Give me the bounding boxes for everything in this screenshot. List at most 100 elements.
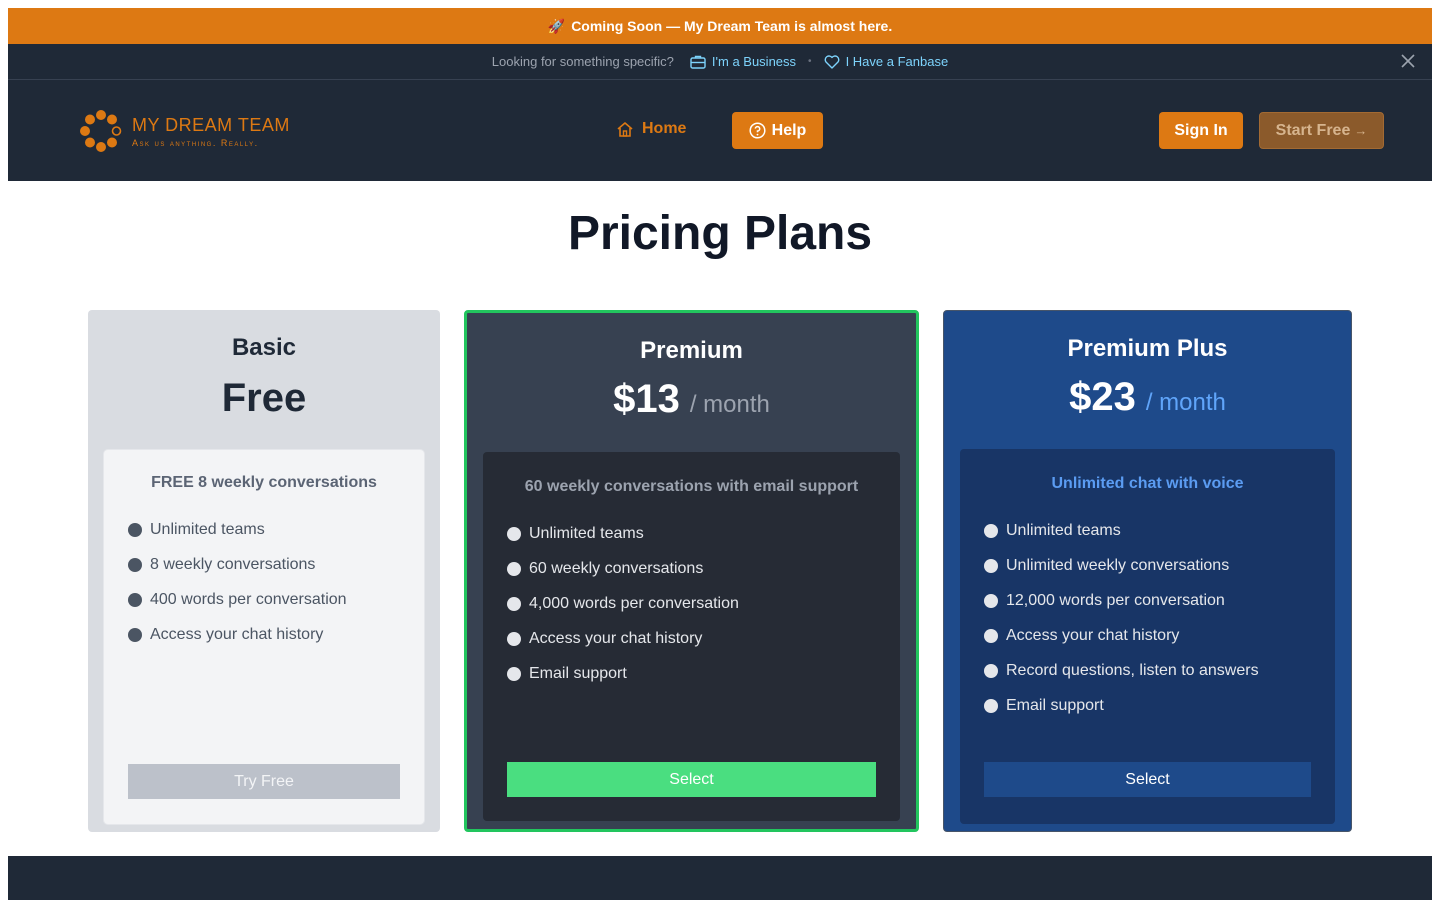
feature-text: 4,000 words per conversation bbox=[529, 594, 739, 612]
main-header: MY DREAM TEAM Ask us anything. Really. H… bbox=[8, 80, 1432, 181]
help-button-label: Help bbox=[771, 121, 807, 139]
briefcase-icon bbox=[690, 55, 706, 69]
feature-item: Access your chat history bbox=[984, 618, 1335, 653]
logo-circle-dots-icon bbox=[80, 110, 122, 152]
bullet-icon bbox=[507, 526, 521, 541]
plan-features-panel: FREE 8 weekly conversations Unlimited te… bbox=[104, 450, 424, 824]
feature-item: 400 words per conversation bbox=[128, 582, 424, 617]
close-icon[interactable] bbox=[1400, 53, 1416, 69]
feature-text: Unlimited teams bbox=[529, 524, 644, 542]
bullet-icon bbox=[984, 558, 998, 573]
bullet-icon bbox=[128, 522, 142, 537]
home-link[interactable]: Home bbox=[616, 120, 686, 138]
plan-features-panel: 60 weekly conversations with email suppo… bbox=[483, 452, 900, 821]
plan-price: $13 / month bbox=[467, 377, 916, 422]
feature-item: Access your chat history bbox=[507, 621, 900, 656]
rocket-icon: 🚀 bbox=[547, 17, 566, 34]
page-title: Pricing Plans bbox=[567, 207, 873, 260]
fanbase-link[interactable]: I Have a Fanbase bbox=[824, 54, 949, 69]
plan-name: Premium Plus bbox=[1067, 335, 1228, 362]
plan-price-period: / month bbox=[689, 391, 770, 418]
plan-card-premium: Premium $13 / month 60 weekly conversati… bbox=[464, 310, 919, 832]
feature-item: 12,000 words per conversation bbox=[984, 583, 1335, 618]
feature-item: Access your chat history bbox=[128, 617, 424, 652]
plan-headline: Unlimited chat with voice bbox=[1051, 475, 1244, 492]
audience-bar: Looking for something specific? I'm a Bu… bbox=[8, 44, 1432, 80]
plan-features-panel: Unlimited chat with voice Unlimited team… bbox=[960, 449, 1335, 824]
bullet-icon bbox=[984, 663, 998, 678]
try-free-button[interactable]: Try Free bbox=[128, 764, 400, 799]
feature-text: 12,000 words per conversation bbox=[1006, 591, 1225, 609]
feature-text: 60 weekly conversations bbox=[529, 559, 704, 577]
feature-item: Unlimited teams bbox=[984, 513, 1335, 548]
plan-price-amount: Free bbox=[221, 376, 307, 420]
feature-item: 8 weekly conversations bbox=[128, 547, 424, 582]
feature-item: Email support bbox=[507, 656, 900, 691]
business-link[interactable]: I'm a Business bbox=[690, 54, 796, 69]
feature-text: Access your chat history bbox=[150, 625, 324, 643]
feature-text: Access your chat history bbox=[1006, 626, 1180, 644]
bullet-icon bbox=[984, 593, 998, 608]
feature-list: Unlimited teams Unlimited weekly convers… bbox=[984, 513, 1335, 723]
bullet-icon bbox=[128, 557, 142, 572]
feature-item: Unlimited teams bbox=[128, 512, 424, 547]
feature-text: Access your chat history bbox=[529, 629, 703, 647]
announcement-text: Coming Soon — My Dream Team is almost he… bbox=[571, 18, 893, 34]
plan-price: Free bbox=[88, 376, 440, 421]
help-button[interactable]: Help bbox=[732, 112, 823, 149]
plan-price-period: / month bbox=[1145, 389, 1226, 416]
page-frame: 🚀 Coming Soon — My Dream Team is almost … bbox=[8, 8, 1432, 181]
plan-price: $23 / month bbox=[944, 375, 1351, 420]
plan-headline: FREE 8 weekly conversations bbox=[151, 474, 377, 491]
logo[interactable]: MY DREAM TEAM Ask us anything. Really. bbox=[80, 110, 290, 152]
plan-price-amount: $23 bbox=[1069, 375, 1136, 419]
bullet-icon bbox=[507, 631, 521, 646]
feature-text: Unlimited teams bbox=[150, 520, 265, 538]
feature-text: Record questions, listen to answers bbox=[1006, 661, 1259, 679]
logo-tagline: Ask us anything. Really. bbox=[132, 137, 259, 148]
plan-card-premium-plus: Premium Plus $23 / month Unlimited chat … bbox=[943, 310, 1352, 832]
feature-text: 400 words per conversation bbox=[150, 590, 347, 608]
feature-item: 4,000 words per conversation bbox=[507, 586, 900, 621]
sign-in-button[interactable]: Sign In bbox=[1159, 112, 1243, 149]
plan-name: Basic bbox=[231, 334, 297, 361]
audience-question: Looking for something specific? bbox=[491, 54, 674, 69]
select-premium-button[interactable]: Select bbox=[507, 762, 876, 797]
plan-card-basic: Basic Free FREE 8 weekly conversations U… bbox=[88, 310, 440, 832]
feature-text: Email support bbox=[1006, 696, 1104, 714]
heart-icon bbox=[824, 54, 839, 69]
feature-item: Email support bbox=[984, 688, 1335, 723]
feature-text: Unlimited weekly conversations bbox=[1006, 556, 1230, 574]
question-circle-icon bbox=[749, 122, 766, 139]
bullet-icon bbox=[984, 698, 998, 713]
bullet-icon bbox=[128, 592, 142, 607]
logo-name: MY DREAM TEAM bbox=[132, 114, 290, 135]
start-free-button[interactable]: Start Free → bbox=[1259, 112, 1384, 149]
start-free-label: Start Free bbox=[1275, 121, 1351, 139]
bullet-icon bbox=[984, 628, 998, 643]
bullet-icon bbox=[507, 666, 521, 681]
business-link-label: I'm a Business bbox=[711, 54, 797, 69]
plan-price-amount: $13 bbox=[613, 377, 680, 421]
announcement-bar: 🚀 Coming Soon — My Dream Team is almost … bbox=[8, 8, 1432, 44]
fanbase-link-label: I Have a Fanbase bbox=[845, 54, 949, 69]
feature-list: Unlimited teams 60 weekly conversations … bbox=[507, 516, 900, 691]
footer bbox=[8, 856, 1432, 900]
arrow-right-icon: → bbox=[1354, 123, 1368, 138]
feature-text: 8 weekly conversations bbox=[150, 555, 316, 573]
home-link-label: Home bbox=[642, 120, 687, 137]
bullet-icon bbox=[507, 561, 521, 576]
feature-text: Email support bbox=[529, 664, 627, 682]
feature-list: Unlimited teams 8 weekly conversations 4… bbox=[128, 512, 424, 652]
feature-item: 60 weekly conversations bbox=[507, 551, 900, 586]
bullet-icon bbox=[984, 523, 998, 538]
bullet-icon bbox=[507, 596, 521, 611]
feature-item: Record questions, listen to answers bbox=[984, 653, 1335, 688]
feature-item: Unlimited teams bbox=[507, 516, 900, 551]
select-premium-plus-button[interactable]: Select bbox=[984, 762, 1311, 797]
home-icon bbox=[617, 122, 633, 137]
bullet-icon bbox=[128, 627, 142, 642]
separator-dot: • bbox=[808, 56, 812, 67]
plan-name: Premium bbox=[640, 337, 743, 364]
feature-text: Unlimited teams bbox=[1006, 521, 1121, 539]
